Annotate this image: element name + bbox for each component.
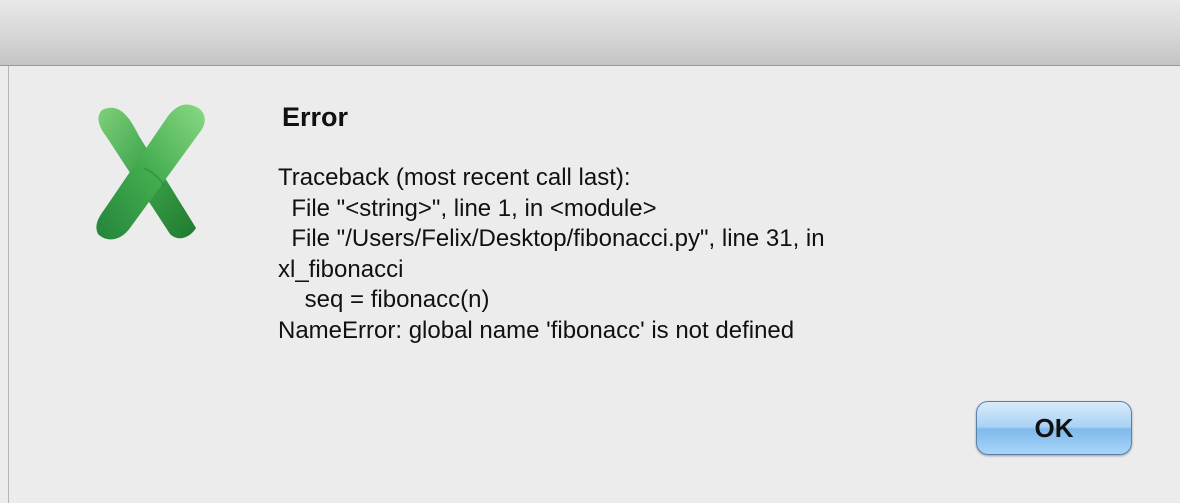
traceback-line: File "/Users/Felix/Desktop/fibonacci.py"… <box>278 225 825 252</box>
traceback-line: seq = fibonacc(n) <box>278 286 490 313</box>
traceback-line: Traceback (most recent call last): <box>278 164 631 191</box>
traceback-line: xl_fibonacci <box>278 255 404 283</box>
error-message: Traceback (most recent call last): File … <box>278 163 1078 346</box>
ok-button[interactable]: OK <box>976 401 1132 455</box>
traceback-line: NameError: global name 'fibonacc' is not… <box>278 316 795 344</box>
traceback-line: File "<string>", line 1, in <module> <box>278 194 657 222</box>
window-titlebar[interactable] <box>0 0 1180 66</box>
dialog-title: Error <box>282 102 349 132</box>
excel-app-icon <box>96 104 205 240</box>
